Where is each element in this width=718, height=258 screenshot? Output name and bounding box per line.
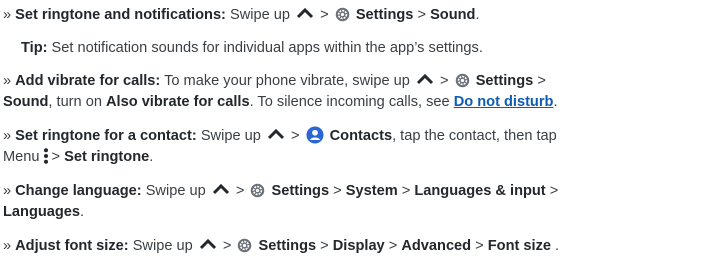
tip-text: Set notification sounds for individual a… (51, 40, 483, 56)
settings-label: Settings (475, 73, 534, 89)
separator: > (549, 183, 559, 199)
item-title: Adjust font size: (15, 238, 129, 254)
item-line: » Change language: Swipe up > Settings > … (3, 181, 714, 202)
chevron-up-icon (416, 73, 434, 85)
text: To make your phone vibrate, swipe up (164, 73, 410, 89)
contacts-label: Contacts (329, 128, 393, 144)
separator: > (475, 238, 484, 254)
chevron-up-icon (212, 183, 229, 195)
text: . (551, 238, 560, 254)
separator: > (333, 183, 342, 199)
item-line: » Set ringtone and notifications: Swipe u… (3, 5, 714, 26)
separator: > (320, 238, 329, 254)
item-line: Languages. (3, 202, 714, 223)
advanced-label: Advanced (401, 238, 472, 254)
item-title: Add vibrate for calls: (15, 73, 161, 89)
settings-gear-icon (335, 7, 350, 22)
settings-label: Settings (355, 7, 414, 23)
settings-label: Settings (258, 238, 317, 254)
separator: > (222, 238, 232, 254)
chevron-up-icon (267, 128, 284, 140)
settings-gear-icon (455, 73, 469, 88)
bullet: » (3, 183, 12, 199)
text: Swipe up (145, 183, 206, 199)
contacts-person-icon (306, 126, 324, 144)
item-line: Sound, turn on Also vibrate for calls. T… (3, 92, 714, 113)
text: . (475, 7, 480, 23)
display-label: Display (332, 238, 385, 254)
text: Swipe up (132, 238, 193, 254)
menu-label: Menu (3, 149, 40, 165)
languages-label: Languages (3, 204, 81, 220)
separator: > (320, 7, 329, 23)
bullet: » (3, 238, 12, 254)
list-item: » Change language: Swipe up > Settings > … (3, 181, 714, 223)
text: , turn on (48, 94, 102, 110)
item-line: Menu > Set ringtone. (3, 147, 714, 168)
separator: > (235, 183, 245, 199)
list-item: » Set ringtone and notifications: Swipe u… (3, 5, 714, 26)
sound-label: Sound (430, 7, 476, 23)
item-title: Set ringtone and notifications: (15, 7, 226, 23)
menu-dots-icon (43, 148, 48, 164)
text: . To silence incoming calls, see (249, 94, 450, 110)
system-label: System (345, 183, 398, 199)
item-line: » Set ringtone for a contact: Swipe up > … (3, 126, 714, 147)
item-line: » Add vibrate for calls: To make your pho… (3, 71, 714, 92)
text: . (149, 149, 154, 165)
text: , tap the contact, then tap (392, 128, 557, 144)
settings-gear-icon (238, 238, 252, 253)
font-size-label: Font size (487, 238, 551, 254)
settings-label: Settings (271, 183, 330, 199)
item-title: Set ringtone for a contact: (15, 128, 197, 144)
bullet: » (3, 7, 12, 23)
settings-gear-icon (251, 183, 265, 198)
separator: > (440, 73, 449, 89)
item-line: Tip: Set notification sounds for individ… (21, 38, 714, 59)
item-line: » Adjust font size: Swipe up > Settings >… (3, 236, 714, 257)
list-item: » Add vibrate for calls: To make your pho… (3, 71, 714, 113)
item-title: Change language: (15, 183, 142, 199)
tip-label: Tip: (21, 40, 48, 56)
tip-note: Tip: Set notification sounds for individ… (21, 38, 714, 59)
text: . (553, 94, 558, 110)
set-ringtone-label: Set ringtone (64, 149, 150, 165)
separator: > (401, 183, 411, 199)
text: . (80, 204, 85, 220)
do-not-disturb-link[interactable]: Do not disturb (454, 94, 554, 110)
bullet: » (3, 128, 12, 144)
separator: > (51, 149, 61, 165)
chevron-up-icon (297, 7, 314, 19)
separator: > (388, 238, 398, 254)
chevron-up-icon (199, 238, 216, 250)
bullet: » (3, 73, 12, 89)
also-vibrate-label: Also vibrate for calls (106, 94, 250, 110)
text: Swipe up (200, 128, 261, 144)
separator: > (417, 7, 426, 23)
languages-input-label: Languages & input (414, 183, 546, 199)
separator: > (537, 73, 546, 89)
text: Swipe up (230, 7, 291, 23)
list-item: » Set ringtone for a contact: Swipe up > … (3, 126, 714, 168)
sound-label: Sound (3, 94, 49, 110)
separator: > (290, 128, 300, 144)
list-item: » Adjust font size: Swipe up > Settings >… (3, 236, 714, 257)
